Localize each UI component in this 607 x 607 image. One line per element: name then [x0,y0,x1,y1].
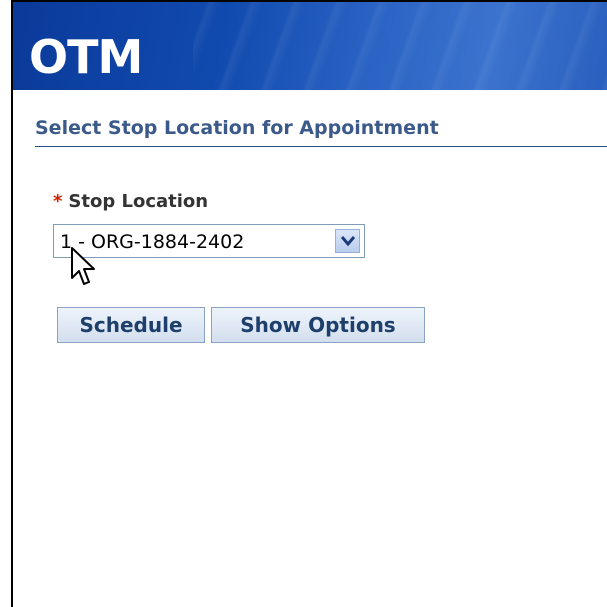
schedule-button[interactable]: Schedule [57,307,205,343]
stop-location-select[interactable]: 1 - ORG-1884-2402 [53,224,365,258]
branding-banner: OTM [13,2,607,90]
section-title: Select Stop Location for Appointment [35,117,439,139]
section-header: Select Stop Location for Appointment [35,116,607,147]
app-title: OTM [29,30,143,84]
stop-location-label: * Stop Location [53,190,208,214]
stop-location-label-text: Stop Location [68,191,209,212]
chevron-down-icon[interactable] [335,229,360,253]
mouse-pointer-icon [71,247,95,285]
app-window: OTM Select Stop Location for Appointment… [11,0,607,607]
show-options-button[interactable]: Show Options [211,307,425,343]
required-marker: * [53,191,63,212]
